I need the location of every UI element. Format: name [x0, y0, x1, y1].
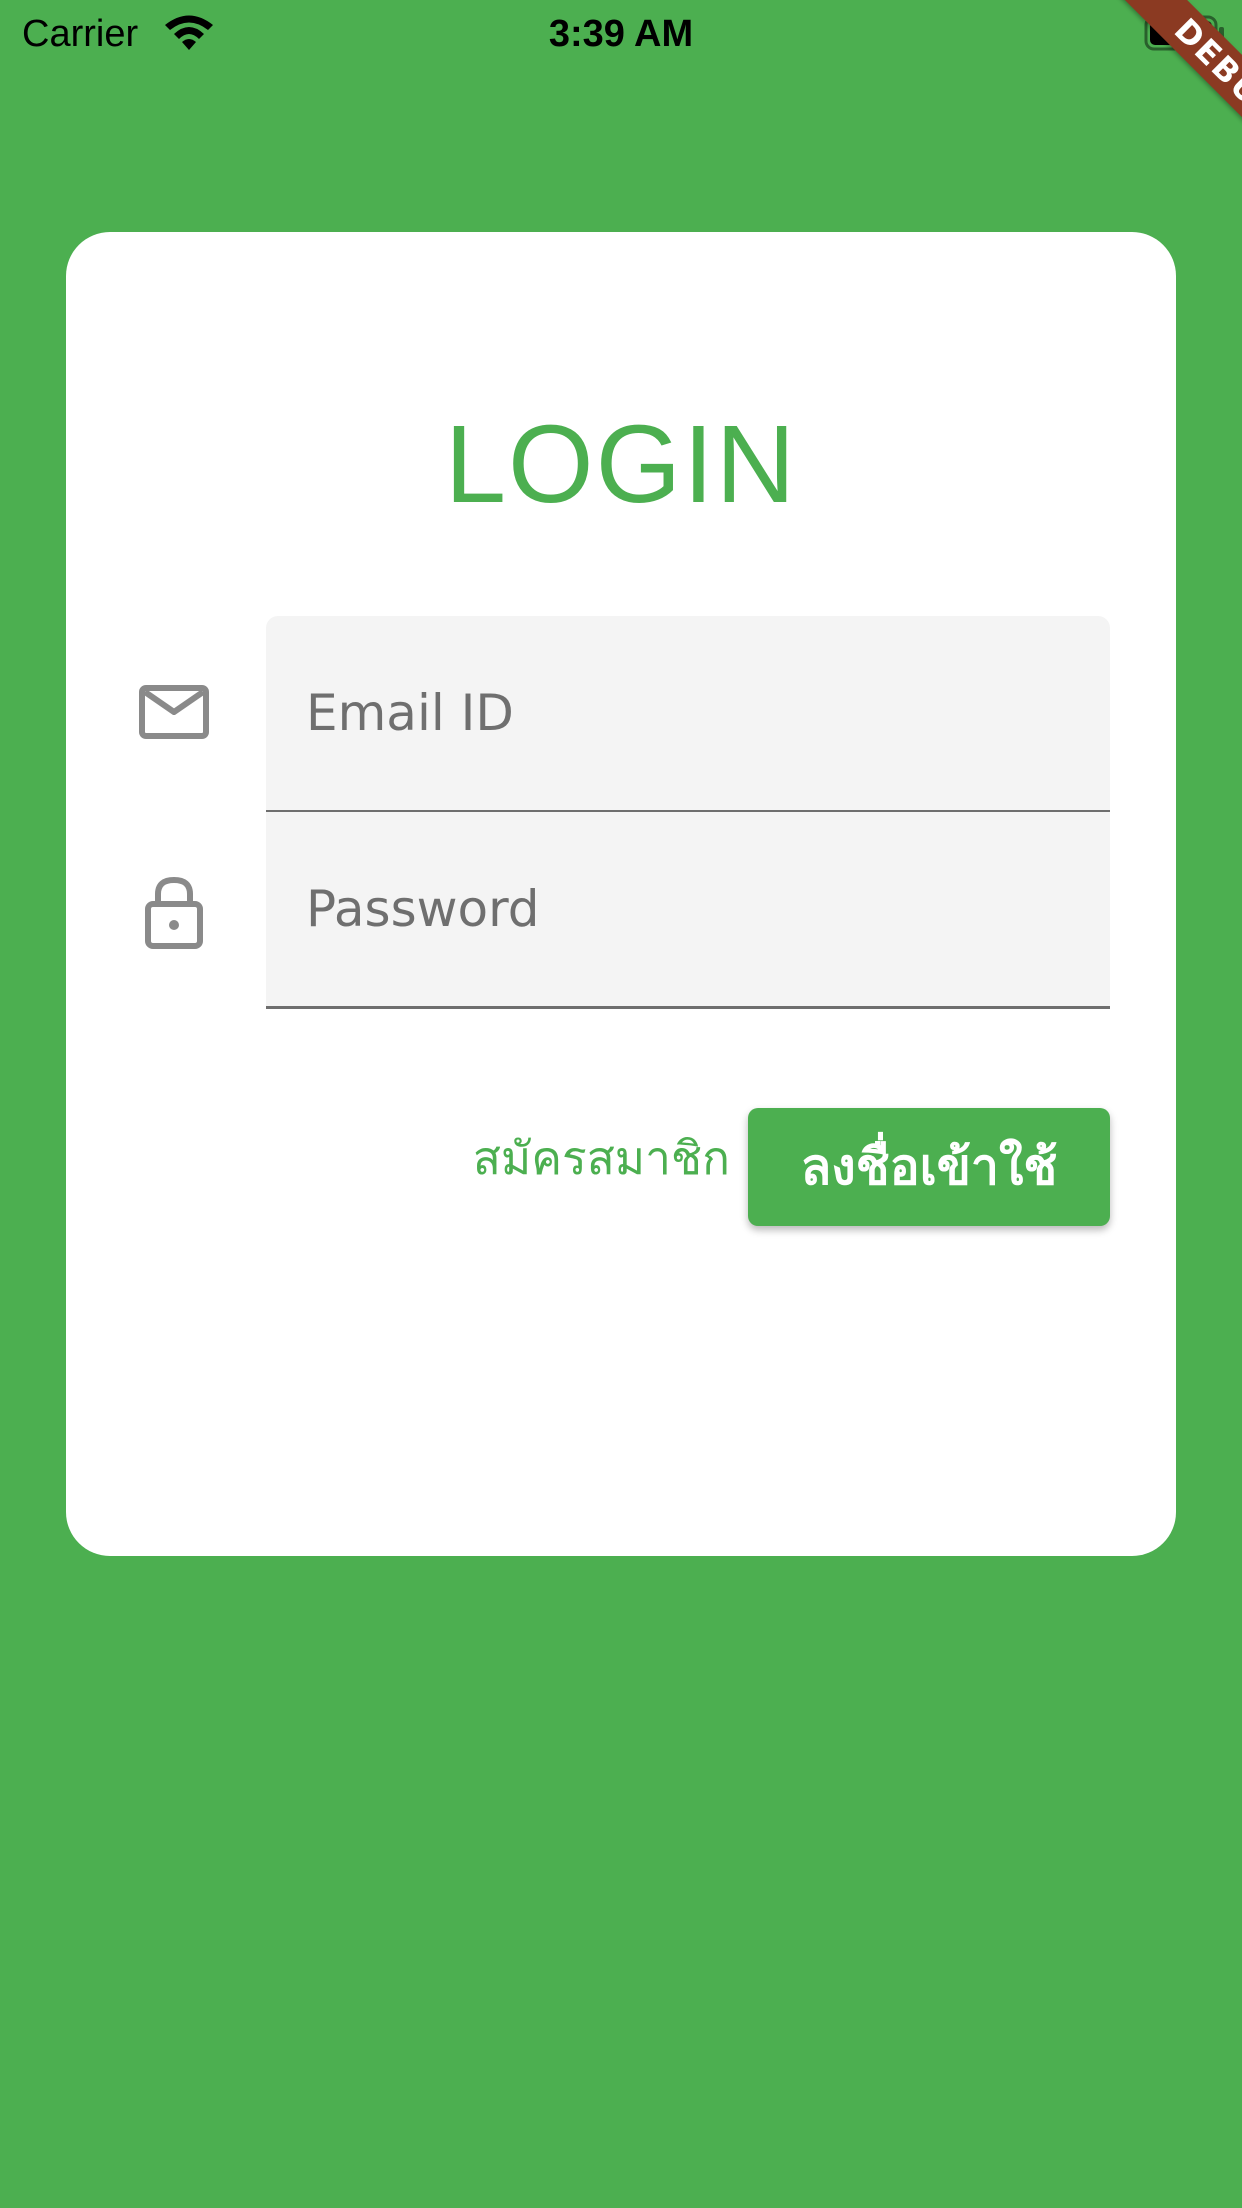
- debug-banner: DEBUG: [1106, 0, 1242, 194]
- password-row: [66, 812, 1176, 1009]
- login-title: LOGIN: [444, 403, 798, 526]
- email-row: [66, 616, 1176, 813]
- email-input[interactable]: [306, 616, 1086, 810]
- register-button[interactable]: สมัครสมาชิก: [460, 1108, 730, 1208]
- password-field-box[interactable]: [266, 812, 1110, 1009]
- debug-banner-container: DEBUG: [1042, 0, 1242, 200]
- login-button[interactable]: ลงชื่อเข้าใช้: [748, 1108, 1110, 1226]
- password-input[interactable]: [306, 812, 1086, 1006]
- mail-icon: [139, 685, 209, 739]
- email-field-box[interactable]: [266, 616, 1110, 813]
- lock-icon: [145, 876, 203, 949]
- login-card: LOGIN สมัครสมาชิก ลงชื่อเข้าใช้: [66, 232, 1176, 1556]
